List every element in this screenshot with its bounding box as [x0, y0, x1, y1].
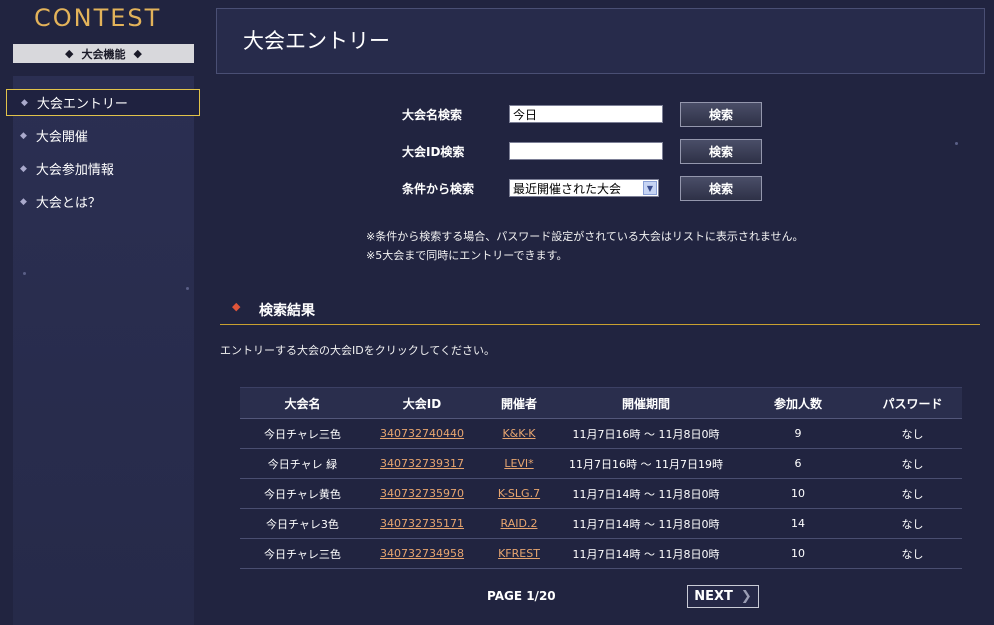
contest-id-cell: 340732735970	[365, 478, 479, 509]
diamond-bullet-icon: ◆	[20, 163, 27, 174]
password-status: なし	[863, 508, 962, 539]
name-search-input[interactable]	[509, 105, 663, 123]
password-status: なし	[863, 538, 962, 569]
contest-name: 今日チャレ3色	[240, 508, 365, 539]
table-row: 今日チャレ三色 340732734958 KFREST 11月7日14時 ～ 1…	[240, 538, 962, 569]
host-link[interactable]: RAID.2	[501, 517, 538, 530]
contest-id-link[interactable]: 340732740440	[380, 427, 464, 440]
contest-id-cell: 340732739317	[365, 448, 479, 479]
table-header-row: 大会名 大会ID 開催者 開催期間 参加人数 パスワード	[240, 387, 962, 419]
decorative-dot	[955, 142, 958, 145]
decorative-dot	[186, 287, 189, 290]
participant-count: 6	[733, 448, 863, 479]
decorative-dot	[23, 272, 26, 275]
chevron-down-icon[interactable]: ▼	[643, 181, 657, 195]
column-header: 開催期間	[559, 387, 733, 419]
chevron-right-icon: ❯	[740, 589, 752, 604]
contest-id-link[interactable]: 340732734958	[380, 547, 464, 560]
page-header: 大会エントリー	[216, 8, 985, 74]
table-row: 今日チャレ3色 340732735171 RAID.2 11月7日14時 ～ 1…	[240, 508, 962, 539]
diamond-bullet-icon: ◆	[21, 97, 28, 108]
host-cell: RAID.2	[479, 508, 559, 539]
contest-name: 今日チャレ三色	[240, 418, 365, 449]
table-row: 今日チャレ三色 340732740440 K&K-K 11月7日16時 ～ 11…	[240, 418, 962, 449]
contest-logo: CONTEST	[34, 4, 162, 32]
sidebar-item-host[interactable]: ◆ 大会開催	[6, 122, 200, 149]
contest-name: 今日チャレ黄色	[240, 478, 365, 509]
contest-name: 今日チャレ三色	[240, 538, 365, 569]
results-instruction: エントリーする大会の大会IDをクリックしてください。	[220, 344, 496, 357]
sidebar: CONTEST ◆ 大会機能 ◆ ◆ 大会エントリー ◆ 大会開催 ◆ 大会参加…	[0, 0, 208, 625]
participant-count: 10	[733, 538, 863, 569]
contest-period: 11月7日14時 ～ 11月8日0時	[559, 538, 733, 569]
contest-id-link[interactable]: 340732735171	[380, 517, 464, 530]
next-label: NEXT	[694, 589, 733, 604]
contest-period: 11月7日16時 ～ 11月7日19時	[559, 448, 733, 479]
next-page-button[interactable]: NEXT ❯	[687, 585, 759, 608]
contest-id-cell: 340732735171	[365, 508, 479, 539]
password-status: なし	[863, 418, 962, 449]
page-title: 大会エントリー	[243, 29, 390, 53]
host-cell: KFREST	[479, 538, 559, 569]
sidebar-item-entry[interactable]: ◆ 大会エントリー	[6, 89, 200, 116]
participant-count: 14	[733, 508, 863, 539]
id-search-input[interactable]	[509, 142, 663, 160]
contest-id-cell: 340732734958	[365, 538, 479, 569]
sidebar-item-label: 大会とは？	[35, 196, 101, 211]
condition-select-value: 最近開催された大会	[513, 181, 622, 196]
sidebar-item-label: 大会開催	[35, 130, 88, 145]
column-header: 参加人数	[733, 387, 863, 419]
contest-period: 11月7日16時 ～ 11月8日0時	[559, 418, 733, 449]
sidebar-item-about[interactable]: ◆ 大会とは？	[6, 188, 200, 215]
host-link[interactable]: K-SLG.7	[498, 487, 540, 500]
host-cell: K-SLG.7	[479, 478, 559, 509]
column-header: 開催者	[479, 387, 559, 419]
results-table: 大会名 大会ID 開催者 開催期間 参加人数 パスワード 今日チャレ三色 340…	[240, 387, 962, 569]
entry-limit-note: ※5大会まで同時にエントリーできます。	[366, 249, 568, 262]
contest-name: 今日チャレ 緑	[240, 448, 365, 479]
contest-id-link[interactable]: 340732735970	[380, 487, 464, 500]
host-cell: LEVI*	[479, 448, 559, 479]
sidebar-item-label: 大会エントリー	[36, 97, 128, 112]
results-section-header: ◆ 検索結果	[220, 296, 980, 325]
id-search-button[interactable]: 検索	[680, 139, 762, 164]
column-header: パスワード	[863, 387, 962, 419]
sidebar-item-participation[interactable]: ◆ 大会参加情報	[6, 155, 200, 182]
column-header: 大会名	[240, 387, 365, 419]
participant-count: 9	[733, 418, 863, 449]
password-status: なし	[863, 478, 962, 509]
diamond-icon: ◆	[232, 300, 241, 313]
contest-period: 11月7日14時 ～ 11月8日0時	[559, 508, 733, 539]
participant-count: 10	[733, 478, 863, 509]
password-status: なし	[863, 448, 962, 479]
condition-search-label: 条件から検索	[402, 182, 475, 196]
diamond-bullet-icon: ◆	[20, 196, 27, 207]
contest-period: 11月7日14時 ～ 11月8日0時	[559, 478, 733, 509]
diamond-icon: ◆	[133, 47, 142, 60]
search-note: ※条件から検索する場合、パスワード設定がされている大会はリストに表示されません。	[366, 230, 804, 243]
contest-id-cell: 340732740440	[365, 418, 479, 449]
condition-search-button[interactable]: 検索	[680, 176, 762, 201]
results-title: 検索結果	[259, 303, 315, 319]
diamond-icon: ◆	[65, 47, 74, 60]
table-row: 今日チャレ黄色 340732735970 K-SLG.7 11月7日14時 ～ …	[240, 478, 962, 509]
table-row: 今日チャレ 緑 340732739317 LEVI* 11月7日16時 ～ 11…	[240, 448, 962, 479]
name-search-button[interactable]: 検索	[680, 102, 762, 127]
contest-id-link[interactable]: 340732739317	[380, 457, 464, 470]
page-indicator: PAGE 1/20	[487, 589, 556, 603]
condition-select[interactable]: 最近開催された大会 ▼	[509, 179, 659, 197]
host-cell: K&K-K	[479, 418, 559, 449]
host-link[interactable]: KFREST	[498, 547, 540, 560]
host-link[interactable]: K&K-K	[502, 427, 535, 440]
diamond-bullet-icon: ◆	[20, 130, 27, 141]
section-title: 大会機能	[81, 47, 126, 61]
section-title-bar: ◆ 大会機能 ◆	[13, 44, 194, 63]
name-search-label: 大会名検索	[402, 108, 463, 122]
id-search-label: 大会ID検索	[402, 145, 465, 159]
host-link[interactable]: LEVI*	[504, 457, 533, 470]
column-header: 大会ID	[365, 387, 479, 419]
sidebar-item-label: 大会参加情報	[35, 163, 114, 178]
